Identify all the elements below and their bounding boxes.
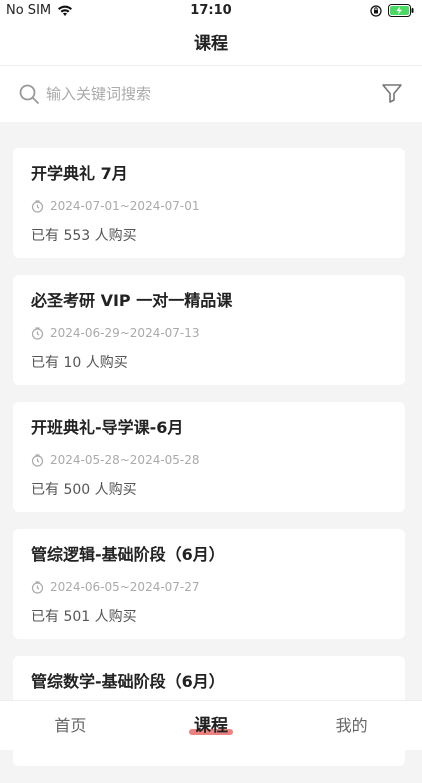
tab-mine-label: 我的 [336, 716, 368, 735]
battery-icon [388, 4, 414, 17]
course-date: 2024-07-01~2024-07-01 [50, 199, 200, 213]
search-bar [0, 66, 422, 122]
filter-icon[interactable] [380, 81, 404, 105]
search-input[interactable] [46, 80, 366, 108]
course-card[interactable]: 开学典礼 7月 2024-07-01~2024-07-01 已有 553 人购买 [13, 148, 405, 258]
course-card[interactable]: 开班典礼-导学课-6月 2024-05-28~2024-05-28 已有 500… [13, 402, 405, 512]
clock-icon [31, 327, 44, 340]
tab-home[interactable]: 首页 [0, 701, 141, 750]
course-date: 2024-06-29~2024-07-13 [50, 326, 200, 340]
course-date: 2024-05-28~2024-05-28 [50, 453, 200, 467]
course-buyers: 已有 10 人购买 [31, 353, 387, 373]
course-date-row: 2024-06-29~2024-07-13 [31, 325, 387, 341]
course-card[interactable]: 必圣考研 VIP 一对一精品课 2024-06-29~2024-07-13 已有… [13, 275, 405, 385]
course-buyers: 已有 500 人购买 [31, 480, 387, 500]
clock-icon [31, 581, 44, 594]
status-bar: No SIM 17:10 [0, 0, 422, 22]
clock-icon [31, 200, 44, 213]
nav-bar: 课程 [0, 22, 422, 66]
tab-home-label: 首页 [54, 716, 86, 735]
tab-bar: 首页 课程 我的 [0, 700, 422, 750]
search-icon[interactable] [18, 83, 40, 105]
status-time: 17:10 [0, 3, 422, 18]
course-title: 管综逻辑-基础阶段（6月） [31, 543, 387, 567]
course-date-row: 2024-06-05~2024-07-27 [31, 579, 387, 595]
course-buyers: 已有 553 人购买 [31, 226, 387, 246]
clock-icon [31, 454, 44, 467]
status-right [370, 4, 414, 17]
course-list: 开学典礼 7月 2024-07-01~2024-07-01 已有 553 人购买… [13, 148, 405, 783]
course-card[interactable]: 管综逻辑-基础阶段（6月） 2024-06-05~2024-07-27 已有 5… [13, 529, 405, 639]
course-date: 2024-06-05~2024-07-27 [50, 580, 200, 594]
course-buyers: 已有 501 人购买 [31, 607, 387, 627]
course-title: 开班典礼-导学课-6月 [31, 416, 387, 440]
tab-mine[interactable]: 我的 [281, 701, 422, 750]
course-title: 必圣考研 VIP 一对一精品课 [31, 289, 387, 313]
orientation-lock-icon [370, 5, 382, 17]
course-title: 开学典礼 7月 [31, 162, 387, 186]
course-date-row: 2024-07-01~2024-07-01 [31, 198, 387, 214]
tab-courses[interactable]: 课程 [141, 701, 282, 750]
course-title: 管综数学-基础阶段（6月） [31, 670, 387, 694]
tab-courses-label: 课程 [194, 716, 228, 736]
course-date-row: 2024-05-28~2024-05-28 [31, 452, 387, 468]
page-title: 课程 [194, 34, 228, 54]
